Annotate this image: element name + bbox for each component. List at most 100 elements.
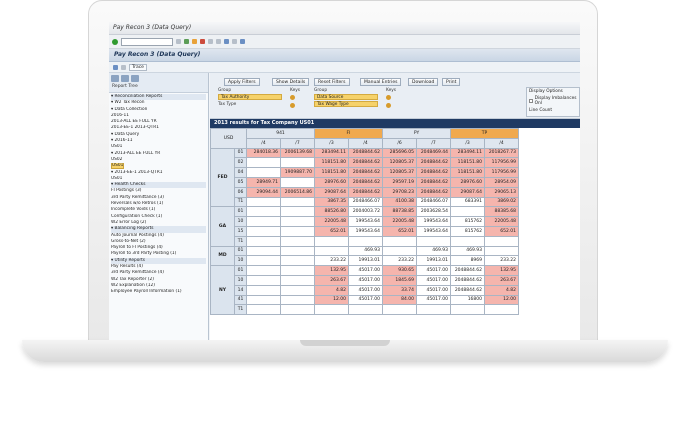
- value-cell[interactable]: [450, 206, 486, 218]
- value-cell[interactable]: 28949.71: [246, 176, 281, 188]
- value-cell[interactable]: [280, 235, 315, 247]
- value-cell[interactable]: [484, 235, 520, 247]
- value-cell[interactable]: 2048844.62: [416, 186, 452, 198]
- value-cell[interactable]: [246, 196, 281, 208]
- value-cell[interactable]: 12.00: [484, 294, 520, 306]
- value-cell[interactable]: 233.22: [382, 255, 418, 267]
- value-cell[interactable]: 469.93: [347, 245, 384, 257]
- value-cell[interactable]: [280, 206, 315, 218]
- refresh-icon[interactable]: [113, 64, 118, 70]
- value-cell[interactable]: 118151.80: [450, 167, 486, 178]
- value-cell[interactable]: [246, 255, 281, 267]
- value-cell[interactable]: [246, 157, 281, 169]
- page-icon[interactable]: [224, 39, 229, 44]
- value-cell[interactable]: 2048469.44: [416, 147, 452, 159]
- value-cell[interactable]: [246, 167, 281, 178]
- value-cell[interactable]: 683391: [450, 196, 486, 208]
- group-header[interactable]: 941: [246, 128, 315, 139]
- value-cell[interactable]: 263.67: [314, 274, 349, 286]
- value-cell[interactable]: 2048844.62: [347, 167, 384, 178]
- value-cell[interactable]: [347, 235, 384, 247]
- value-cell[interactable]: [484, 304, 520, 316]
- command-field[interactable]: [121, 37, 173, 46]
- sub-column-header[interactable]: /4: [246, 137, 281, 149]
- value-cell[interactable]: 2048844.62: [450, 265, 486, 276]
- print-icon[interactable]: [208, 39, 213, 44]
- value-cell[interactable]: 2018267.73: [484, 147, 520, 159]
- sub-column-header[interactable]: /3: [450, 137, 486, 149]
- value-cell[interactable]: 283494.11: [314, 147, 349, 159]
- value-cell[interactable]: 16800: [450, 294, 486, 306]
- value-cell[interactable]: [246, 206, 281, 218]
- value-cell[interactable]: 29065.13: [484, 186, 520, 198]
- value-cell[interactable]: 118151.80: [314, 157, 349, 169]
- value-cell[interactable]: 118151.80: [450, 157, 486, 169]
- value-cell[interactable]: 19913.01: [347, 255, 384, 267]
- value-cell[interactable]: 199543.64: [416, 216, 452, 227]
- group-header[interactable]: TP: [450, 128, 520, 139]
- value-cell[interactable]: 283494.11: [450, 147, 486, 159]
- value-cell[interactable]: 117956.99: [484, 167, 520, 178]
- value-cell[interactable]: 652.01: [314, 225, 349, 237]
- value-cell[interactable]: 2004003.72: [347, 206, 384, 218]
- value-cell[interactable]: 22005.48: [382, 216, 418, 227]
- value-cell[interactable]: 84.00: [382, 294, 418, 306]
- value-cell[interactable]: [246, 265, 281, 276]
- value-cell[interactable]: 652.01: [382, 225, 418, 237]
- value-cell[interactable]: [416, 235, 452, 247]
- expand-icon[interactable]: [111, 75, 119, 82]
- value-cell[interactable]: [450, 304, 486, 316]
- sub-column-header[interactable]: /7: [280, 137, 315, 149]
- value-cell[interactable]: 2048844.62: [416, 176, 452, 188]
- sub-column-header[interactable]: /4: [347, 137, 384, 149]
- tree-node[interactable]: Employee Payroll Information (1): [111, 289, 206, 295]
- value-cell[interactable]: [246, 245, 281, 257]
- value-cell[interactable]: 199543.64: [347, 216, 384, 227]
- sub-column-header[interactable]: /6: [382, 137, 418, 149]
- value-cell[interactable]: 132.95: [314, 265, 349, 276]
- value-cell[interactable]: [280, 294, 315, 306]
- value-cell[interactable]: 4100.38: [382, 196, 418, 208]
- value-cell[interactable]: 29094.44: [246, 186, 281, 198]
- value-cell[interactable]: [314, 245, 349, 257]
- value-cell[interactable]: 3867.35: [314, 196, 349, 208]
- value-cell[interactable]: 117956.99: [484, 157, 520, 169]
- imbalances-checkbox[interactable]: Display Imbalances Onl: [527, 95, 579, 107]
- value-cell[interactable]: [280, 265, 315, 276]
- value-cell[interactable]: 4.82: [484, 284, 520, 296]
- value-cell[interactable]: [280, 255, 315, 267]
- group-header[interactable]: PY: [382, 128, 452, 139]
- value-cell[interactable]: 45017.00: [416, 284, 452, 296]
- value-cell[interactable]: 199543.64: [416, 225, 452, 237]
- value-cell[interactable]: [280, 225, 315, 237]
- value-cell[interactable]: [280, 196, 315, 208]
- value-cell[interactable]: 2048844.62: [450, 274, 486, 286]
- value-cell[interactable]: 12.00: [314, 294, 349, 306]
- value-cell[interactable]: 2048844.62: [450, 284, 486, 296]
- value-cell[interactable]: 22005.48: [484, 216, 520, 227]
- value-cell[interactable]: [246, 216, 281, 227]
- value-cell[interactable]: 199543.64: [347, 225, 384, 237]
- value-cell[interactable]: 2048844.62: [347, 186, 384, 198]
- value-cell[interactable]: [280, 304, 315, 316]
- filter-icon[interactable]: [131, 75, 139, 82]
- value-cell[interactable]: [280, 176, 315, 188]
- value-cell[interactable]: [450, 235, 486, 247]
- value-cell[interactable]: 930.65: [382, 265, 418, 276]
- value-cell[interactable]: 263.67: [484, 274, 520, 286]
- value-cell[interactable]: 469.93: [450, 245, 486, 257]
- key-icon[interactable]: [290, 103, 295, 108]
- value-cell[interactable]: 8969: [450, 255, 486, 267]
- value-cell[interactable]: 815762: [450, 225, 486, 237]
- value-cell[interactable]: 2048844.62: [347, 157, 384, 169]
- value-cell[interactable]: 28976.60: [314, 176, 349, 188]
- back-icon[interactable]: [184, 39, 189, 44]
- show-details-button[interactable]: Show Details: [272, 78, 310, 86]
- session-icon[interactable]: [232, 39, 237, 44]
- value-cell[interactable]: 28954.09: [484, 176, 520, 188]
- value-cell[interactable]: 19913.01: [416, 255, 452, 267]
- print-button[interactable]: Print: [442, 78, 461, 86]
- value-cell[interactable]: 45017.00: [347, 265, 384, 276]
- value-cell[interactable]: 2048844.62: [416, 167, 452, 178]
- value-cell[interactable]: [382, 235, 418, 247]
